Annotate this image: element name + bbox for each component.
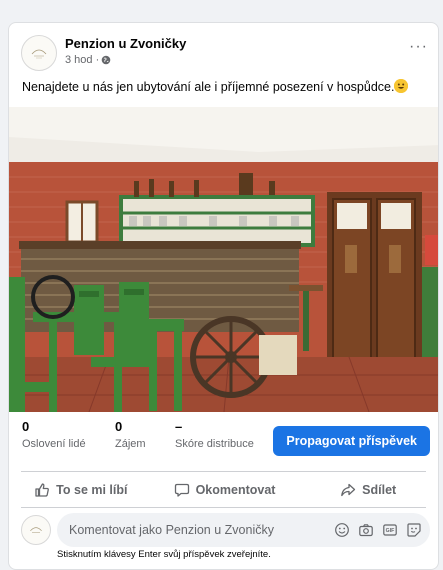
sticker-icon[interactable] (406, 522, 422, 538)
share-button[interactable]: Sdílet (296, 475, 438, 505)
reached-people-label: Oslovení lidé (22, 438, 86, 450)
more-options-button[interactable]: ··· (409, 39, 428, 55)
page-name[interactable]: Penzion u Zvoničky (65, 36, 186, 51)
comment-hint: Stisknutím klávesy Enter svůj příspěvek … (57, 549, 271, 560)
distribution-score-label: Skóre distribuce (175, 438, 254, 450)
comment-label: Okomentovat (195, 483, 276, 497)
post-text-body: Nenajdete u nás jen ubytování ale i příj… (22, 80, 395, 94)
commenter-avatar[interactable] (21, 515, 51, 545)
post-insights: 0 Oslovení lidé 0 Zájem – Skóre distribu… (9, 419, 438, 469)
share-icon (341, 483, 356, 497)
comment-button[interactable]: Okomentovat (153, 475, 297, 505)
share-label: Sdílet (362, 483, 397, 497)
pub-interior-image (9, 107, 438, 412)
gif-icon[interactable]: GIF (382, 522, 398, 538)
post-text: Nenajdete u nás jen ubytování ale i příj… (22, 79, 409, 95)
svg-text:GIF: GIF (386, 528, 395, 534)
engagement-label: Zájem (115, 438, 146, 450)
reached-people-value: 0 (22, 419, 30, 434)
distribution-score-stat[interactable]: – Skóre distribuce (175, 419, 254, 450)
comment-icon (174, 483, 189, 497)
promote-post-button[interactable]: Propagovat příspěvek (273, 426, 430, 456)
engagement-value: 0 (115, 419, 123, 434)
divider (21, 507, 426, 508)
thumbs-up-icon (35, 483, 50, 497)
smiley-icon[interactable] (334, 522, 350, 538)
page-avatar[interactable] (21, 35, 57, 71)
divider (21, 471, 426, 472)
logo-icon (30, 527, 42, 533)
camera-icon[interactable] (358, 522, 374, 538)
comment-input[interactable] (69, 523, 319, 537)
reached-people-stat[interactable]: 0 Oslovení lidé (22, 419, 86, 450)
post-card: Penzion u Zvoničky 3 hod · ··· Nenajdete… (8, 22, 439, 570)
logo-icon (31, 49, 47, 59)
comment-composer: GIF (57, 513, 430, 547)
post-image[interactable] (9, 107, 438, 412)
comment-tools: GIF (334, 522, 422, 538)
like-button[interactable]: To se mi líbí (9, 475, 153, 505)
smile-emoji-icon (394, 79, 409, 93)
post-actions: To se mi líbí Okomentovat Sdílet (9, 475, 438, 505)
distribution-score-value: – (175, 419, 183, 434)
post-time[interactable]: 3 hod · (65, 54, 99, 66)
globe-icon (101, 55, 111, 65)
like-label: To se mi líbí (56, 483, 128, 497)
post-meta: 3 hod · (65, 54, 111, 66)
post-header: Penzion u Zvoničky 3 hod · ··· (9, 23, 438, 79)
engagement-stat[interactable]: 0 Zájem (115, 419, 146, 450)
